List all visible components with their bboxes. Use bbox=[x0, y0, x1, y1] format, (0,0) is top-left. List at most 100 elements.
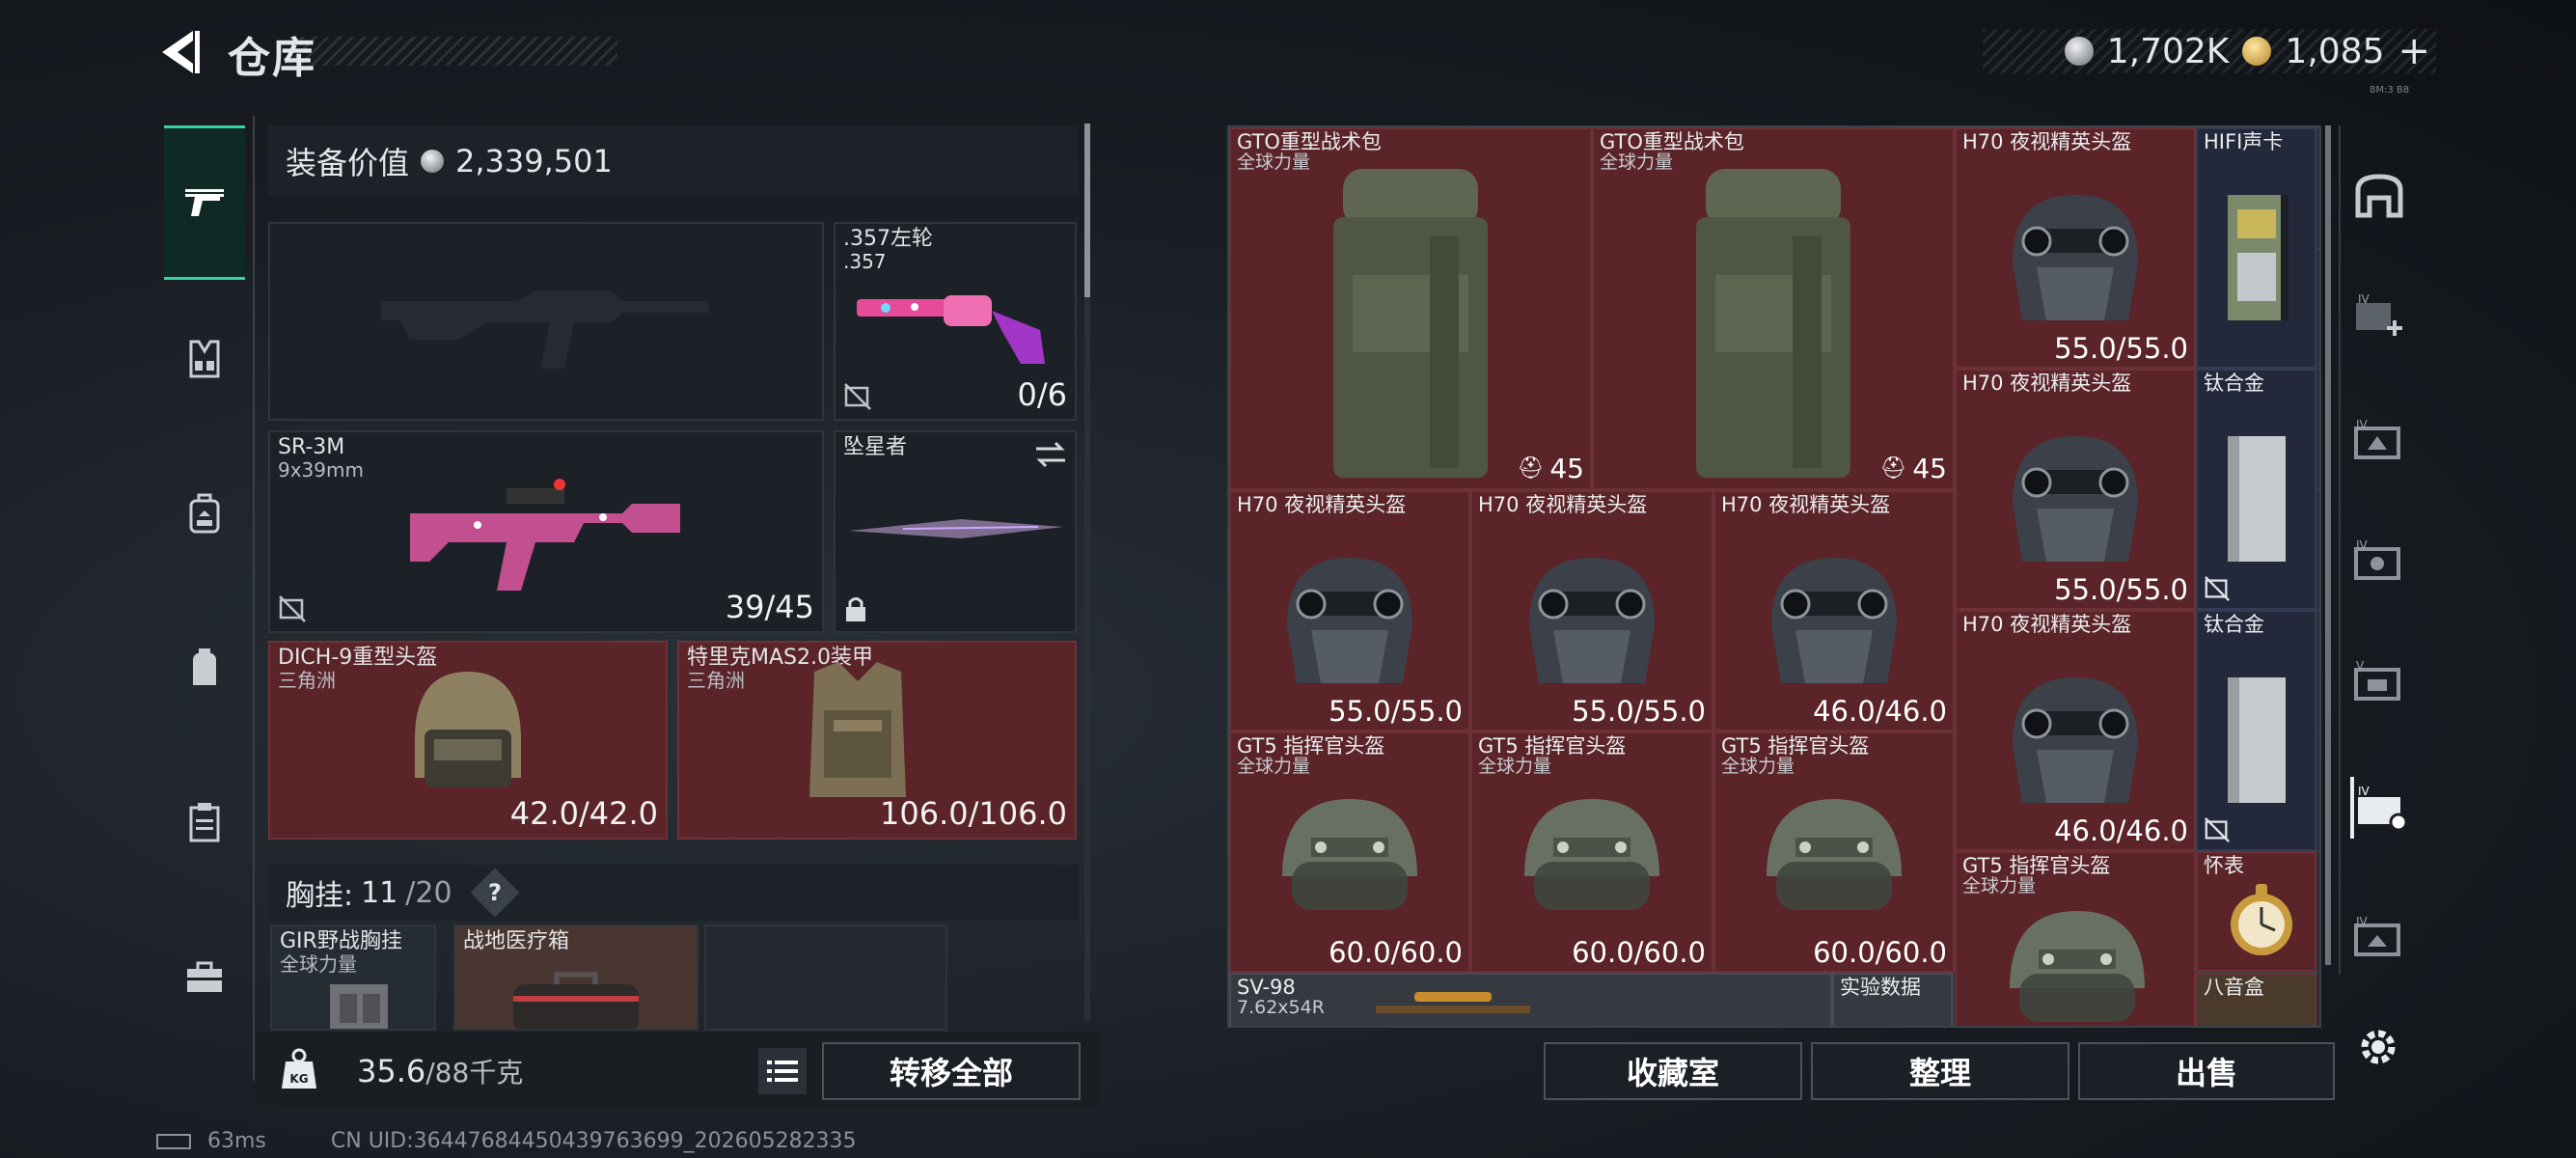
tab-stash-6[interactable]: IV bbox=[2350, 907, 2408, 969]
no-insure-icon bbox=[279, 595, 306, 622]
stash-item[interactable]: H70 夜视精英头盔 55.0/55.0 bbox=[1955, 127, 2196, 369]
knife-image bbox=[849, 519, 1063, 538]
nav-pouch[interactable] bbox=[164, 627, 245, 708]
item-name: H70 夜视精英头盔 bbox=[1962, 130, 2132, 153]
stash-scrollbar[interactable] bbox=[2325, 125, 2331, 965]
swap-icon[interactable] bbox=[1034, 440, 1067, 469]
stash-item[interactable]: SV-98 7.62x54R bbox=[1229, 973, 1832, 1026]
pocket-watch-image bbox=[2231, 884, 2292, 955]
stash-item[interactable]: GTO重型战术包 全球力量 ⛑ 45 bbox=[1592, 127, 1955, 490]
item-name: 实验数据 bbox=[1840, 976, 1921, 999]
item-durability: 60.0/60.0 bbox=[1329, 936, 1463, 969]
item-faction: 全球力量 bbox=[1237, 152, 1311, 173]
no-insure-icon bbox=[844, 383, 871, 410]
stash-page-tabs: IV IV IV V IV IV bbox=[2339, 125, 2412, 975]
stash-page-icon: V bbox=[2354, 659, 2400, 701]
tab-add-stash[interactable]: IV bbox=[2350, 285, 2408, 346]
stash-item[interactable]: 八音盒 bbox=[2196, 973, 2316, 1026]
sell-button[interactable]: 出售 bbox=[2078, 1042, 2335, 1100]
back-button[interactable] bbox=[154, 27, 201, 77]
tab-stash-3[interactable]: IV bbox=[2350, 531, 2408, 593]
help-button[interactable]: ? bbox=[470, 868, 520, 918]
stash-page-icon: IV bbox=[2358, 785, 2408, 832]
item-name: H70 夜视精英头盔 bbox=[1237, 493, 1407, 516]
silver-currency-value: 1,702K bbox=[2106, 31, 2230, 71]
nav-safebox[interactable] bbox=[164, 782, 245, 863]
secondary-weapon-slot[interactable]: SR-3M 9x39mm 39/45 bbox=[268, 430, 824, 633]
stash-item[interactable]: 钛合金 bbox=[2196, 369, 2316, 610]
stash-item[interactable]: 怀表 bbox=[2196, 851, 2316, 972]
item-durability: 55.0/55.0 bbox=[2054, 573, 2188, 606]
armor-slot[interactable]: 特里克MAS2.0装甲 三角洲 106.0/106.0 bbox=[677, 641, 1077, 840]
equipment-scroll-thumb[interactable] bbox=[1084, 124, 1090, 297]
stash-item[interactable]: H70 夜视精英头盔 55.0/55.0 bbox=[1955, 369, 2196, 610]
stash-item[interactable]: H70 夜视精英头盔 55.0/55.0 bbox=[1470, 490, 1713, 731]
sr3m-image bbox=[410, 479, 680, 591]
primary-weapon-slot[interactable] bbox=[268, 222, 824, 421]
list-view-button[interactable] bbox=[758, 1048, 807, 1094]
item-durability: 46.0/46.0 bbox=[1813, 695, 1947, 728]
tab-stash-5-active[interactable]: IV bbox=[2350, 777, 2408, 839]
nav-weapons[interactable] bbox=[164, 125, 245, 280]
chest-rig-item[interactable]: GIR野战胸挂 全球力量 bbox=[270, 924, 436, 1031]
item-durability: 60.0/60.0 bbox=[1572, 936, 1706, 969]
tab-stash-2[interactable]: IV bbox=[2350, 410, 2408, 472]
chest-rig-bar: 胸挂: 11 /20 ? bbox=[268, 865, 1079, 921]
item-faction: 全球力量 bbox=[1478, 756, 1552, 777]
item-name: 怀表 bbox=[2204, 854, 2244, 877]
settings-button[interactable] bbox=[2354, 1023, 2402, 1071]
item-name: GT5 指挥官头盔 bbox=[1237, 734, 1385, 758]
nvg-helmet-image bbox=[2013, 435, 2138, 562]
nav-backpack[interactable] bbox=[164, 473, 245, 554]
sidearm-slot[interactable]: .357左轮 .357 0/6 bbox=[834, 222, 1077, 421]
stash-item[interactable]: H70 夜视精英头盔 46.0/46.0 bbox=[1955, 610, 2196, 851]
toolbox-icon bbox=[187, 961, 222, 992]
stash-page-icon: IV bbox=[2354, 915, 2400, 956]
medkit-item[interactable]: 战地医疗箱 bbox=[453, 924, 699, 1031]
stash-item[interactable]: GT5 指挥官头盔 全球力量 60.0/60.0 bbox=[1470, 731, 1713, 973]
stash-item[interactable]: H70 夜视精英头盔 55.0/55.0 bbox=[1229, 490, 1470, 731]
chest-rig-label: 胸挂: bbox=[286, 879, 354, 913]
transfer-all-button[interactable]: 转移全部 bbox=[822, 1042, 1081, 1100]
item-name: 八音盒 bbox=[2204, 976, 2264, 999]
svg-text:IV: IV bbox=[2356, 538, 2369, 552]
item-name: GT5 指挥官头盔 bbox=[1721, 734, 1870, 758]
chest-rig-image bbox=[330, 984, 388, 1029]
silver-coin-icon bbox=[2064, 37, 2094, 66]
tab-stash-4[interactable]: V bbox=[2350, 651, 2408, 713]
battery-icon bbox=[156, 1134, 191, 1149]
nav-toolbox[interactable] bbox=[164, 936, 245, 1017]
pouch-icon bbox=[193, 648, 216, 685]
gold-currency-value: 1,085 bbox=[2285, 31, 2385, 71]
melee-slot[interactable]: 坠星者 bbox=[834, 430, 1077, 633]
stash-item[interactable]: H70 夜视精英头盔 46.0/46.0 bbox=[1713, 490, 1955, 731]
equipment-value: 2,339,501 bbox=[455, 143, 613, 179]
helmet-slot[interactable]: DICH-9重型头盔 三角洲 42.0/42.0 bbox=[268, 641, 668, 840]
lock-icon bbox=[846, 597, 865, 621]
stash-item[interactable]: 钛合金 bbox=[2196, 610, 2316, 851]
chest-rig-icon bbox=[189, 340, 220, 378]
item-durability: 55.0/55.0 bbox=[2054, 332, 2188, 365]
stash-item[interactable]: GT5 指挥官头盔 全球力量 60.0/60.0 bbox=[1229, 731, 1470, 973]
silver-coin-icon bbox=[421, 150, 445, 173]
add-currency-button[interactable]: + bbox=[2398, 29, 2430, 73]
stash-item[interactable]: HIFI声卡 bbox=[2196, 127, 2316, 369]
organize-button[interactable]: 整理 bbox=[1811, 1042, 2069, 1100]
melee-name: 坠星者 bbox=[843, 435, 908, 459]
item-count: ⛑ 45 bbox=[1879, 453, 1947, 484]
collection-room-button[interactable]: 收藏室 bbox=[1544, 1042, 1802, 1100]
heavy-helmet-image bbox=[415, 672, 521, 787]
medkit-name: 战地医疗箱 bbox=[463, 929, 570, 953]
helmet-durability: 42.0/42.0 bbox=[509, 795, 658, 832]
stash-item[interactable]: GT5 指挥官头盔 全球力量 60.0/60.0 bbox=[1713, 731, 1955, 973]
empty-item-slot[interactable] bbox=[704, 924, 947, 1031]
titanium-plate-image bbox=[2227, 676, 2286, 803]
item-durability: 55.0/55.0 bbox=[1329, 695, 1463, 728]
nav-chest-rig[interactable] bbox=[164, 318, 245, 400]
back-arrow-icon bbox=[162, 31, 200, 73]
stash-item[interactable]: 实验数据 bbox=[1832, 973, 1953, 1026]
item-name: GTO重型战术包 bbox=[1600, 130, 1744, 153]
tab-all-stash[interactable] bbox=[2350, 164, 2408, 226]
stash-item[interactable]: GTO重型战术包 全球力量 ⛑ 45 bbox=[1229, 127, 1592, 490]
stash-item[interactable]: GT5 指挥官头盔 全球力量 bbox=[1955, 851, 2196, 1026]
